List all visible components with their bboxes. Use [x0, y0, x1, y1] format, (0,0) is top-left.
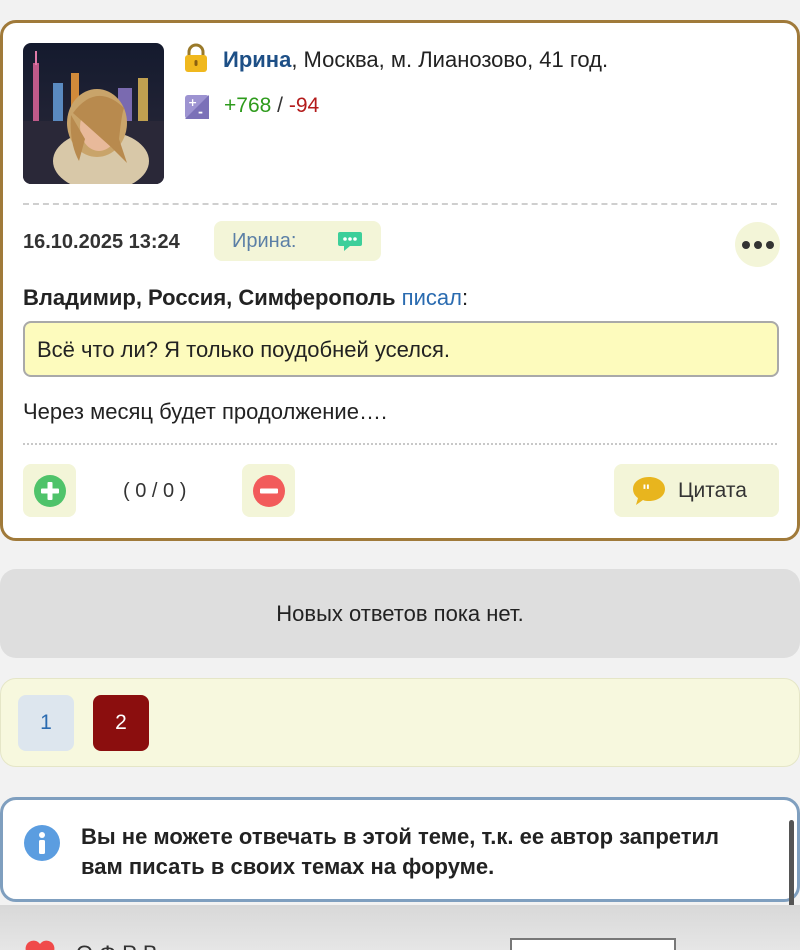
more-dot — [765, 240, 774, 249]
quote-colon: : — [461, 285, 469, 310]
rating-plus: +768 — [224, 94, 272, 117]
quote-header: Владимир, Россия, Симферополь писал: — [23, 285, 468, 311]
avatar[interactable] — [23, 43, 164, 184]
reply-to-button[interactable]: Ирина: — [214, 221, 381, 261]
more-dot — [741, 240, 750, 249]
header-divider — [23, 203, 777, 205]
reply-to-label: Ирина: — [232, 229, 297, 252]
quote-button[interactable]: " Цитата — [614, 464, 779, 517]
quote-icon: " — [633, 476, 665, 505]
rating-icon: + - — [185, 95, 209, 119]
svg-text:-: - — [198, 105, 203, 119]
vote-count: ( 0 / 0 ) — [123, 480, 187, 502]
svg-text:+: + — [188, 96, 197, 109]
info-icon — [23, 824, 61, 862]
footer-text[interactable]: О Ф Р В — [76, 941, 158, 950]
pagination: 1 2 — [0, 678, 800, 767]
post-card: Ирина, Москва, м. Лианозово, 41 год. + -… — [0, 20, 800, 541]
author-name-link[interactable]: Ирина — [223, 47, 291, 72]
minus-icon — [252, 474, 285, 507]
vote-plus-button[interactable] — [23, 464, 76, 517]
no-replies-message: Новых ответов пока нет. — [0, 569, 800, 658]
author-details: Москва, м. Лианозово, 41 год. — [297, 47, 609, 72]
post-text: Через месяц будет продолжение…. — [23, 399, 388, 424]
notice-box: Вы не можете отвечать в этой теме, т.к. … — [0, 797, 800, 902]
quote-wrote-link[interactable]: писал — [402, 285, 462, 310]
quote-author: Владимир, Россия, Симферополь — [23, 285, 396, 310]
vote-minus-button[interactable] — [242, 464, 295, 517]
more-icon[interactable] — [735, 222, 780, 267]
heart-icon — [24, 939, 56, 950]
footer-widget[interactable] — [510, 938, 676, 950]
rating-line: +768 / -94 — [224, 94, 319, 118]
footer-divider — [23, 443, 777, 445]
page-button-1[interactable]: 1 — [18, 695, 74, 751]
plus-icon — [33, 474, 66, 507]
rating-separator: / — [271, 94, 289, 117]
svg-text:": " — [642, 481, 650, 500]
post-date: 16.10.2025 13:24 — [23, 231, 180, 253]
page-button-2-current[interactable]: 2 — [93, 695, 149, 751]
notice-text: Вы не можете отвечать в этой теме, т.к. … — [81, 824, 719, 879]
quote-button-label: Цитата — [678, 478, 747, 502]
message-icon — [337, 231, 363, 253]
lock-icon — [183, 43, 209, 73]
more-dot — [753, 240, 762, 249]
rating-minus: -94 — [288, 94, 320, 117]
author-line: Ирина, Москва, м. Лианозово, 41 год. — [223, 47, 608, 73]
quote-box: Всё что ли? Я только поудобней уселся. — [23, 321, 779, 377]
footer: О Ф Р В — [0, 905, 800, 950]
